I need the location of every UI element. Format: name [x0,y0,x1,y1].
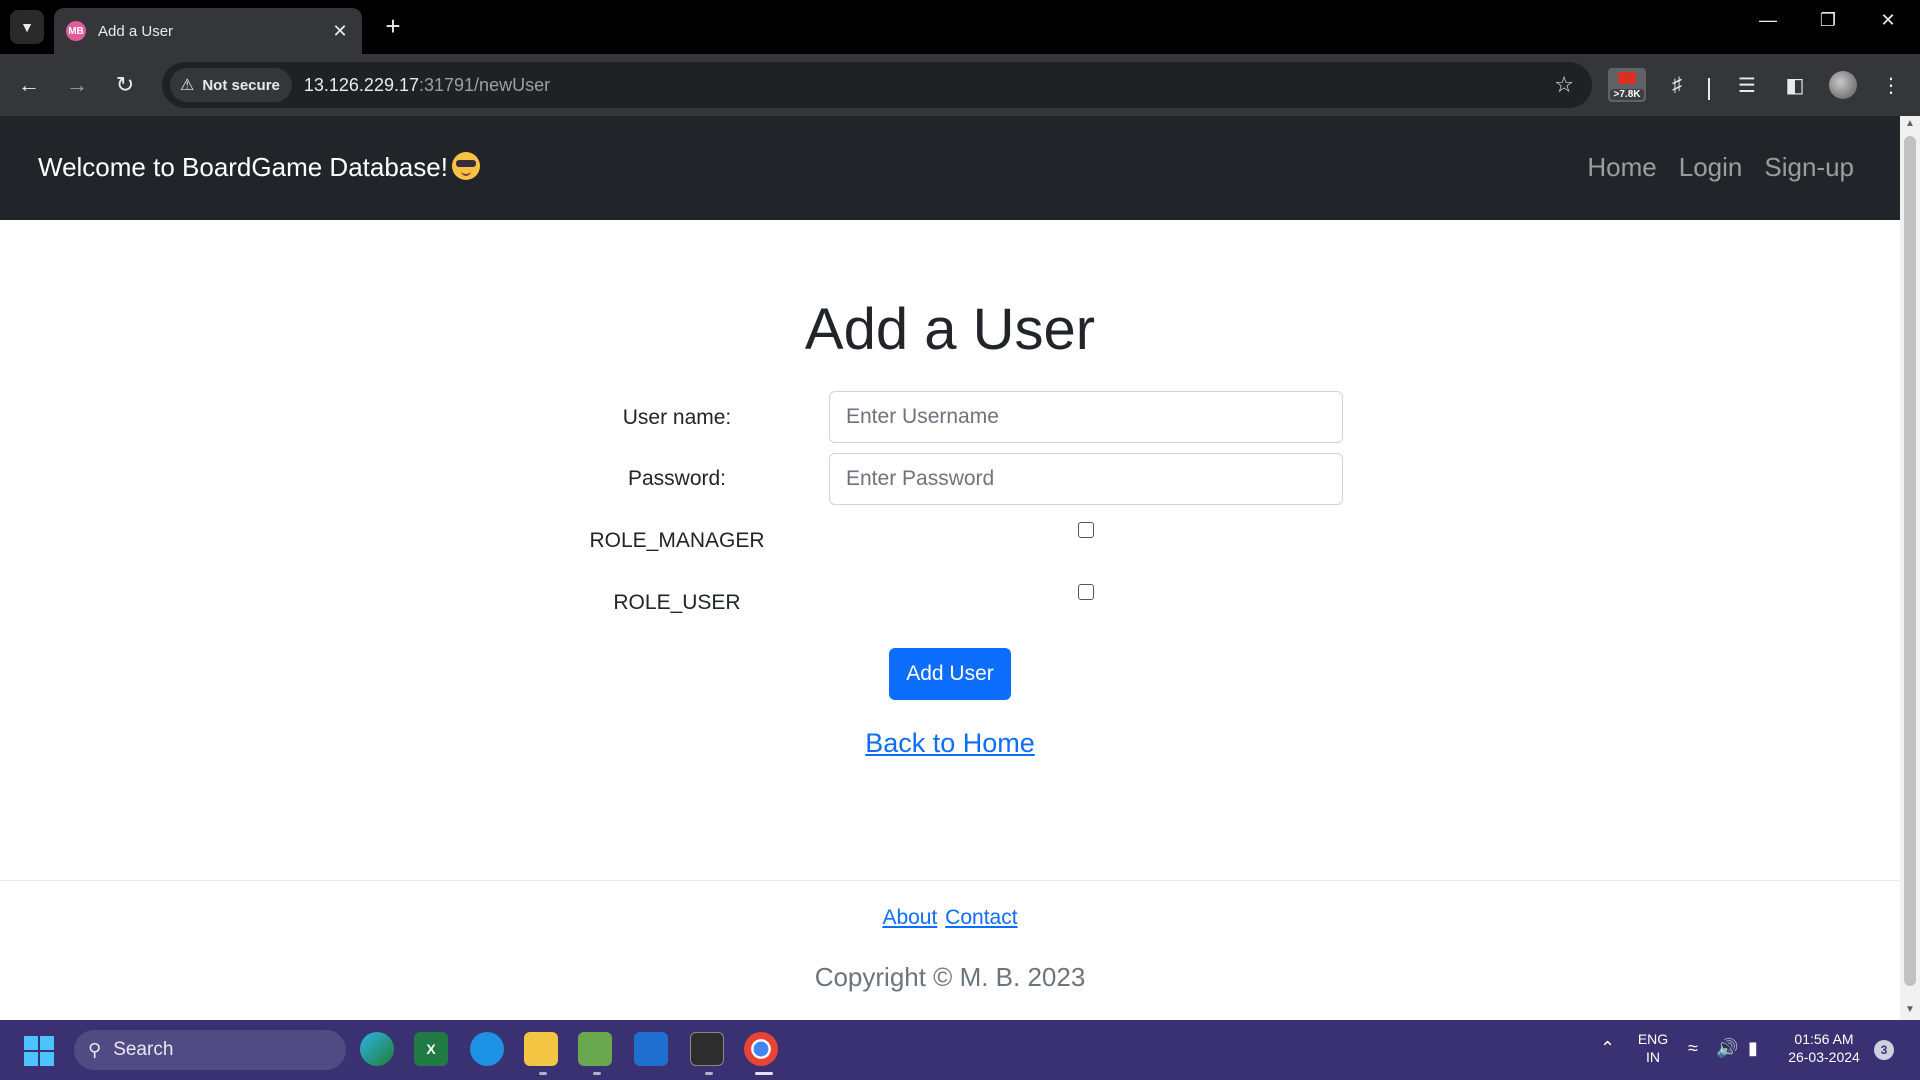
role-user-label: ROLE_USER [613,591,741,614]
chevron-up-icon[interactable]: ⌃ [1600,1038,1615,1059]
page-viewport: Welcome to BoardGame Database! Home Logi… [0,116,1900,1020]
extensions-puzzle-icon[interactable]: ♯ [1660,68,1694,102]
side-panel-icon[interactable]: ◧ [1778,68,1812,102]
windows-start-icon[interactable] [24,1036,54,1066]
vscode-icon[interactable] [634,1032,668,1066]
nav-link-login[interactable]: Login [1679,152,1743,183]
favicon-icon: MB [66,21,86,41]
chrome-indicator [755,1072,773,1075]
footer-links: About Contact [0,906,1900,930]
site-brand[interactable]: Welcome to BoardGame Database! [38,152,480,183]
address-bar[interactable]: ⚠ Not secure 13.126.229.17 :31791/newUse… [162,62,1592,108]
brand-text: Welcome to BoardGame Database! [38,152,448,182]
footer-contact-link[interactable]: Contact [945,906,1017,929]
battery-icon[interactable]: ▮ [1748,1038,1758,1059]
page-scrollbar[interactable]: ▲ ▼ [1900,116,1920,1020]
username-label: User name: [622,406,732,429]
extension-badge-count: >7.8K [1610,89,1644,100]
excel-icon[interactable]: X [414,1032,448,1066]
nav-link-signup[interactable]: Sign-up [1764,152,1854,183]
footer-about-link[interactable]: About [882,906,937,929]
edge-icon[interactable] [360,1032,394,1066]
file-explorer-icon[interactable] [524,1032,558,1066]
warning-icon: ⚠ [180,77,195,94]
forward-arrow-icon[interactable]: → [60,68,94,102]
chrome-icon[interactable] [744,1032,778,1066]
bookmark-star-icon[interactable]: ☆ [1554,72,1574,98]
reload-icon[interactable]: ↻ [108,68,142,102]
notepad-indicator [593,1072,601,1075]
username-input[interactable] [829,391,1343,443]
taskbar-search-text: Search [113,1039,174,1060]
profile-avatar[interactable] [1826,68,1860,102]
search-icon: ⚲ [88,1039,102,1060]
scroll-down-icon[interactable]: ▼ [1904,1004,1916,1015]
browser-tab-active[interactable]: MB Add a User ✕ [54,8,362,54]
role-user-checkbox[interactable] [1078,584,1094,600]
notification-badge[interactable]: 3 [1874,1040,1894,1060]
back-to-home-link: Back to Home [0,728,1900,759]
nav-links: Home Login Sign-up [1587,152,1854,183]
copyright-text: Copyright © M. B. 2023 [814,962,1086,992]
page-title: Add a User [804,297,1096,362]
menu-kebab-icon[interactable]: ⋮ [1874,68,1908,102]
toolbar-divider [1708,78,1710,100]
volume-icon[interactable]: 🔊 [1716,1038,1738,1059]
password-input[interactable] [829,453,1343,505]
back-to-home-text[interactable]: Back to Home [865,728,1035,758]
url-path: :31791/newUser [419,74,551,95]
media-control-icon[interactable]: ☰ [1730,68,1764,102]
password-label: Password: [627,467,727,490]
clock-time: 01:56 AM [1794,1031,1854,1047]
region-code: IN [1646,1049,1660,1065]
restore-icon[interactable]: ❐ [1808,10,1848,31]
browser-tabstrip: ▼ MB Add a User ✕ + — ❐ ✕ [0,0,1920,54]
footer-divider [0,880,1900,881]
language-indicator[interactable]: ENG IN [1636,1030,1670,1066]
tab-title: Add a User [98,22,174,40]
taskbar-search[interactable]: ⚲ Search [74,1030,346,1070]
notepad-icon[interactable] [578,1032,612,1066]
back-arrow-icon[interactable]: ← [12,68,46,102]
add-user-button[interactable]: Add User [889,648,1011,700]
scroll-up-icon[interactable]: ▲ [1904,118,1916,129]
nav-link-home[interactable]: Home [1587,152,1656,183]
role-manager-checkbox[interactable] [1078,522,1094,538]
windows-taskbar: ⚲ Search X ⌃ ENG IN ≈ 🔊 ▮ 01:56 AM 26-03… [0,1020,1920,1080]
security-label: Not secure [202,76,280,94]
window-close-icon[interactable]: ✕ [1868,10,1908,31]
extension-badge-icon[interactable]: >7.8K [1608,68,1646,102]
scroll-thumb[interactable] [1904,136,1916,986]
tab-search-button[interactable]: ▼ [10,10,44,44]
docker-icon[interactable] [470,1032,504,1066]
site-navbar: Welcome to BoardGame Database! Home Logi… [0,116,1900,220]
security-chip[interactable]: ⚠ Not secure [170,68,292,102]
sunglasses-emoji-icon [451,152,480,180]
clock[interactable]: 01:56 AM 26-03-2024 [1784,1030,1864,1066]
chevron-down-icon: ▼ [20,19,34,35]
language-code: ENG [1637,1031,1669,1047]
terminal-indicator [705,1072,713,1075]
minimize-icon[interactable]: — [1748,10,1788,31]
terminal-icon[interactable] [690,1032,724,1066]
role-manager-label: ROLE_MANAGER [589,529,765,552]
browser-toolbar: ← → ↻ ⚠ Not secure 13.126.229.17 :31791/… [0,54,1920,116]
url-host: 13.126.229.17 [303,74,419,95]
clock-date: 26-03-2024 [1788,1049,1860,1065]
close-icon[interactable]: ✕ [330,21,350,42]
wifi-icon[interactable]: ≈ [1688,1038,1698,1059]
file-explorer-indicator [539,1072,547,1075]
new-tab-button[interactable]: + [378,12,408,40]
